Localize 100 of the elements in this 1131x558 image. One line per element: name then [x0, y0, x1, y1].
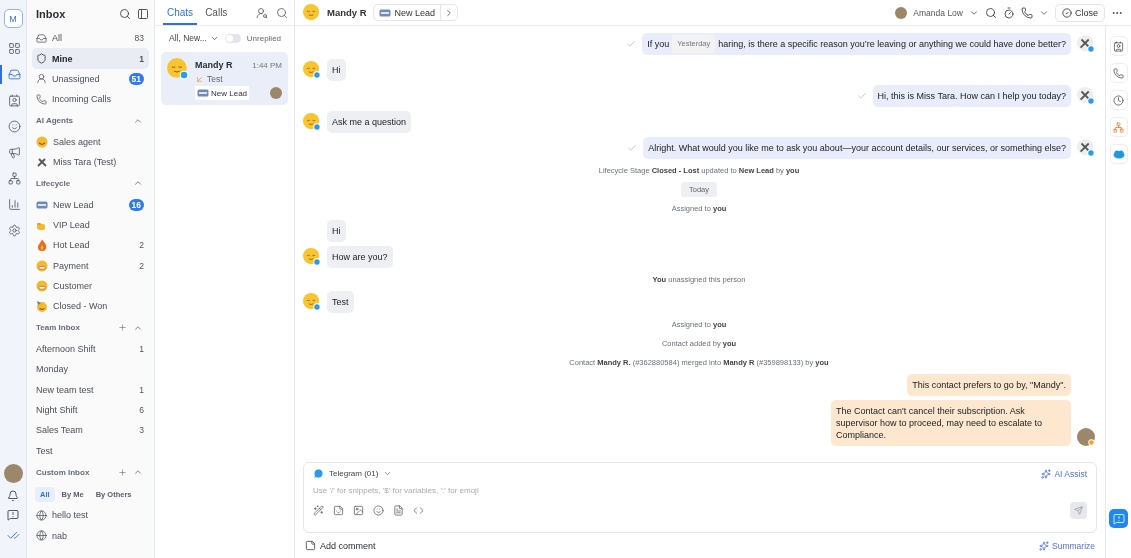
search-icon — [119, 8, 131, 20]
close-button[interactable]: Close — [1055, 3, 1105, 22]
new-tag-icon — [197, 87, 209, 99]
add-comment-button[interactable]: Add comment — [320, 540, 376, 551]
sidebar-item[interactable]: VIP Lead — [32, 214, 149, 236]
count-badge: 16 — [128, 198, 144, 211]
user-icon — [36, 73, 47, 85]
lifecycle-selector[interactable]: New Lead — [372, 4, 459, 21]
sidebar-item[interactable]: Mine 1 — [32, 48, 149, 69]
grinning-face-icon — [36, 280, 48, 293]
assignee-avatar — [270, 87, 282, 99]
sidebar-item[interactable]: Miss Tara (Test) — [32, 151, 149, 173]
contact-avatar — [303, 293, 321, 311]
contact-panel-button[interactable] — [1109, 36, 1128, 56]
internal-note: This contact prefers to go by, "Mandy". — [907, 374, 1071, 396]
message-bubble: Hi, this is Miss Tara. How can I help you today? — [872, 85, 1071, 107]
send-icon — [1074, 506, 1083, 515]
sticker-icon — [333, 505, 344, 516]
sidebar-title: Inbox — [36, 8, 67, 20]
reports-icon — [7, 198, 21, 211]
grinning-face-icon — [36, 259, 48, 272]
message-text: haring, is there a specific reason you’re leaving or anything we could have done better? — [718, 38, 1066, 50]
sprocket-icon — [1113, 121, 1124, 133]
count-badge: 51 — [128, 72, 144, 85]
sparkles-icon — [1039, 540, 1049, 551]
sidebar-item[interactable]: hello test — [32, 505, 149, 526]
bot-avatar — [1077, 35, 1095, 53]
toggle-switch[interactable] — [224, 33, 241, 43]
message-composer[interactable]: Telegram (01) AI Assist Use '/' for snippets, '$' for variables, ':' for emoji — [303, 462, 1097, 533]
settings-icon — [7, 224, 21, 237]
telegram-icon — [313, 468, 324, 479]
filter-dropdown[interactable]: All, New... — [169, 33, 219, 43]
sparkles-icon — [1041, 468, 1052, 479]
sidebar-item[interactable]: Sales agent — [32, 131, 149, 152]
sidebar-item[interactable]: Night Shift 6 — [32, 399, 149, 421]
code-icon — [413, 505, 424, 516]
message-input[interactable]: Use '/' for snippets, '$' for variables, ':' for emoji — [313, 479, 1087, 502]
section-title: Lifecycle — [36, 178, 72, 188]
sidebar-item[interactable]: Monday — [32, 359, 149, 380]
sidebar-item[interactable]: Test — [32, 440, 149, 462]
sidebar-item[interactable]: Hot Lead 2 — [32, 235, 149, 256]
tab[interactable]: Calls — [201, 7, 232, 25]
ai-assist-button[interactable]: AI Assist — [1041, 468, 1087, 479]
snooze-icon — [1003, 6, 1015, 19]
inbox-icon — [36, 32, 47, 44]
globe-icon — [36, 530, 47, 542]
dashboard-icon — [7, 42, 21, 55]
sidebar-item[interactable]: nab — [32, 525, 149, 546]
sidebar-item[interactable]: Afternoon Shift 1 — [32, 338, 149, 360]
section-title: AI Agents — [36, 116, 75, 126]
count-label: 2 — [139, 260, 144, 271]
sidebar-item[interactable]: Closed - Won — [32, 296, 149, 317]
help-icon — [1112, 512, 1125, 525]
sidebar-item[interactable]: Sales Team 3 — [32, 420, 149, 441]
sidebar-item[interactable]: New Lead 16 — [32, 194, 149, 215]
sidebar-item[interactable]: Incoming Calls — [32, 89, 149, 110]
lifecycle-tag: New Lead — [195, 86, 250, 100]
section-title: Team Inbox — [36, 323, 81, 333]
clock-icon — [1113, 94, 1124, 106]
bot-avatar — [1077, 87, 1095, 105]
history-panel-button[interactable] — [1109, 90, 1128, 110]
check-circle-icon — [1062, 7, 1072, 18]
message-preview: Test — [207, 74, 223, 84]
magic-wand-icon — [313, 505, 324, 516]
sidebar-item[interactable]: Customer — [32, 275, 149, 297]
sidebar-item[interactable]: Payment 2 — [32, 255, 149, 276]
message-bubble: Hi — [327, 59, 346, 81]
sidebar-item[interactable]: New team test 1 — [32, 379, 149, 400]
template-icon — [393, 505, 404, 516]
calls-panel-button[interactable] — [1109, 63, 1128, 83]
sidebar-item[interactable]: All 83 — [32, 28, 149, 49]
inbox-icon — [7, 68, 21, 81]
phone-icon — [1113, 67, 1124, 79]
channel-selector[interactable]: Telegram (01) — [329, 469, 379, 478]
note-icon — [305, 540, 316, 551]
collapse-panel-icon — [137, 8, 149, 20]
sidebar-item[interactable]: Unassigned 51 — [32, 68, 149, 90]
tab[interactable]: Chats — [163, 7, 198, 25]
message-bubble: Hi — [327, 220, 346, 242]
phone-icon — [1021, 6, 1033, 19]
bell-icon — [7, 490, 19, 502]
globe-icon — [36, 509, 47, 521]
image-icon — [353, 505, 364, 516]
chat-list-item[interactable]: Mandy R 1:44 PM Test New Lead — [161, 52, 288, 105]
section-title: Custom Inbox — [36, 467, 91, 477]
incoming-arrow-icon — [195, 74, 204, 84]
workspace-logo[interactable]: M — [3, 9, 23, 28]
workflow-icon — [7, 172, 21, 185]
send-button[interactable] — [1070, 502, 1087, 519]
count-label: 83 — [134, 33, 144, 44]
integration-button[interactable] — [1109, 117, 1128, 137]
integration-button[interactable] — [1109, 144, 1128, 164]
assignee-avatar — [895, 6, 908, 19]
contact-avatar — [303, 61, 321, 79]
summarize-button[interactable]: Summarize — [1039, 540, 1095, 551]
toggle-label: Unreplied — [246, 33, 282, 43]
help-chat-button[interactable] — [1109, 509, 1128, 528]
add-icon[interactable] — [118, 323, 127, 333]
add-icon[interactable] — [118, 467, 127, 477]
assignee-name[interactable]: Amanda Low — [913, 7, 963, 18]
